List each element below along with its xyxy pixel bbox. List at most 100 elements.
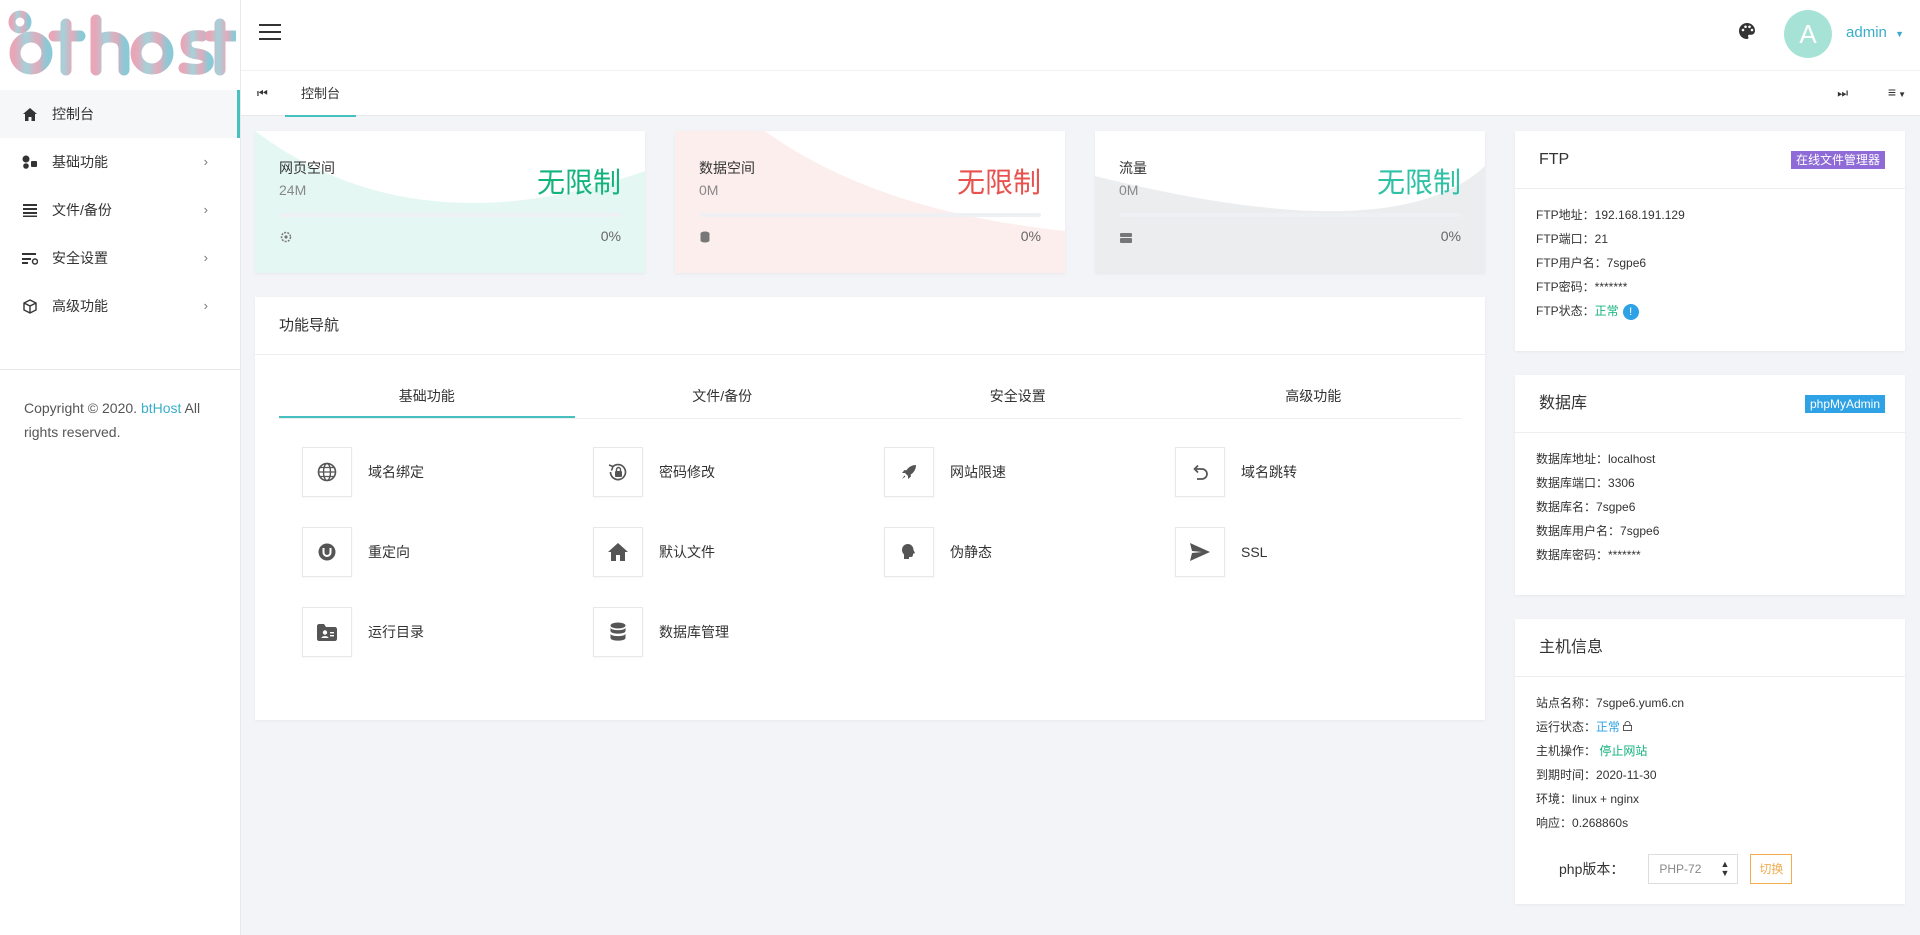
func-domain-redirect[interactable]: 域名跳转 [1175, 446, 1415, 498]
list-icon [22, 202, 38, 218]
stat-limit: 无限制 [536, 167, 621, 198]
sidebar-item-dashboard[interactable]: 控制台 [0, 90, 240, 138]
stat-limit: 无限制 [1376, 167, 1461, 198]
db-name-row: 数据库名：7sgpe6 [1536, 500, 1636, 514]
caret-down-icon: ▼ [1895, 29, 1904, 39]
chevron-right-icon: › [203, 298, 208, 313]
stat-used: 0M [699, 182, 719, 198]
tab-scroll-left-icon[interactable]: ⏮ [257, 86, 268, 101]
redirect-icon [302, 527, 352, 577]
db-info-list: 数据库地址：localhost 数据库端口：3306 数据库名：7sgpe6 数… [1515, 433, 1905, 567]
ftp-panel: FTP 在线文件管理器 FTP地址：192.168.191.129 FTP端口：… [1515, 131, 1905, 351]
brain-icon [884, 527, 934, 577]
func-run-directory[interactable]: 运行目录 [302, 606, 542, 658]
brand-link[interactable]: btHost [141, 400, 181, 416]
database-panel: 数据库 phpMyAdmin 数据库地址：localhost 数据库端口：330… [1515, 375, 1905, 595]
stat-used: 0M [1119, 182, 1139, 198]
stat-label: 数据空间 [699, 160, 755, 176]
func-password-change[interactable]: 密码修改 [593, 446, 833, 498]
tab-menu-icon[interactable]: ≡ ▼ [1888, 84, 1906, 100]
info-icon[interactable]: ! [1622, 303, 1639, 320]
sidebar-item-files[interactable]: 文件/备份 › [0, 186, 240, 234]
panel-title: 主机信息 [1515, 619, 1905, 677]
sidebar-nav: 控制台 基础功能 › 文件/备份 › 安全设置 › 高级功能 › [0, 90, 240, 330]
func-domain-binding[interactable]: 域名绑定 [302, 446, 542, 498]
status-badge: 正常 [1596, 720, 1621, 734]
tab-advanced[interactable]: 高级功能 [1166, 384, 1462, 418]
send-icon [1175, 527, 1225, 577]
palette-icon[interactable] [1738, 22, 1760, 44]
sidebar-item-advanced[interactable]: 高级功能 › [0, 282, 240, 330]
db-user-row: 数据库用户名：7sgpe6 [1536, 524, 1660, 538]
tab-scroll-right-icon[interactable]: ⏭ [1837, 86, 1848, 101]
lock-icon [1623, 720, 1633, 734]
folder-user-icon [302, 607, 352, 657]
func-default-file[interactable]: 默认文件 [593, 526, 833, 578]
php-version-label: php版本： [1559, 861, 1625, 877]
func-rewrite[interactable]: 伪静态 [884, 526, 1124, 578]
tab-files[interactable]: 文件/备份 [575, 384, 871, 418]
host-resp-row: 响应：0.268860s [1536, 816, 1629, 830]
hdd-icon [1120, 230, 1134, 244]
ftp-status-row: FTP状态：正常! [1536, 299, 1905, 323]
rocket-icon [884, 447, 934, 497]
host-info-panel: 主机信息 站点名称：7sgpe6.yum6.cn 运行状态：正常 主机操作： 停… [1515, 619, 1905, 904]
username: admin [1846, 24, 1887, 41]
sidebar: 控制台 基础功能 › 文件/备份 › 安全设置 › 高级功能 › Copyrig… [0, 0, 241, 935]
ftp-info-list: FTP地址：192.168.191.129 FTP端口：21 FTP用户名：7s… [1515, 189, 1905, 323]
file-manager-badge[interactable]: 在线文件管理器 [1790, 151, 1885, 169]
stat-progress-bar [279, 213, 621, 217]
host-expire-row: 到期时间：2020-11-30 [1536, 768, 1657, 782]
tab-security[interactable]: 安全设置 [870, 384, 1166, 418]
stat-label: 流量 [1119, 160, 1147, 176]
func-ssl[interactable]: SSL [1175, 526, 1415, 578]
func-database-manage[interactable]: 数据库管理 [593, 606, 833, 658]
stat-progress-bar [1119, 213, 1461, 217]
func-redirect[interactable]: 重定向 [302, 526, 542, 578]
host-op-row: 主机操作： 停止网站 [1536, 744, 1648, 758]
gear-icon [280, 230, 294, 244]
ftp-port-row: FTP端口：21 [1536, 232, 1609, 246]
func-speed-limit[interactable]: 网站限速 [884, 446, 1124, 498]
sidebar-item-security[interactable]: 安全设置 › [0, 234, 240, 282]
copyright: Copyright © 2020. btHost All rights rese… [24, 400, 201, 440]
sidebar-item-basic[interactable]: 基础功能 › [0, 138, 240, 186]
stat-progress-bar [699, 213, 1041, 217]
phpmyadmin-badge[interactable]: phpMyAdmin [1804, 395, 1885, 413]
host-run-row: 运行状态：正常 [1536, 715, 1905, 739]
php-version-select[interactable]: PHP-72 ▲ ▼ [1648, 854, 1739, 884]
sidebar-item-label: 基础功能 [52, 154, 108, 170]
php-version-row: php版本： PHP-72 ▲ ▼ 切换 [1559, 854, 1793, 884]
tab-dashboard[interactable]: 控制台 [285, 71, 357, 117]
tab-basic[interactable]: 基础功能 [279, 384, 575, 418]
stat-limit: 无限制 [956, 167, 1041, 198]
tabs-bar: ⏮ 控制台 ⏭ ≡ ▼ [241, 70, 1920, 117]
function-nav-panel: 功能导航 基础功能 文件/备份 安全设置 高级功能 域名绑定 密码修改 网站限速… [255, 297, 1485, 720]
logo[interactable] [0, 0, 240, 90]
stat-percent: 0% [1020, 228, 1041, 244]
undo-icon [1175, 447, 1225, 497]
ftp-user-row: FTP用户名：7sgpe6 [1536, 256, 1647, 270]
database-icon [593, 607, 643, 657]
db-port-row: 数据库端口：3306 [1536, 476, 1635, 490]
stat-percent: 0% [1440, 228, 1461, 244]
user-menu[interactable]: admin ▼ [1846, 24, 1904, 41]
panel-title: FTP 在线文件管理器 [1515, 131, 1905, 189]
stop-site-link[interactable]: 停止网站 [1599, 744, 1647, 758]
switch-button[interactable]: 切换 [1750, 854, 1793, 884]
lock-reset-icon [593, 447, 643, 497]
function-tabs: 基础功能 文件/备份 安全设置 高级功能 [279, 384, 1461, 419]
sidebar-item-label: 文件/备份 [52, 202, 112, 218]
menu-toggle-icon[interactable] [259, 24, 281, 42]
stat-label: 网页空间 [279, 160, 335, 176]
bthost-logo-icon [8, 10, 236, 76]
top-header: A admin ▼ [241, 0, 1920, 70]
panel-title: 功能导航 [255, 297, 1485, 355]
chevron-right-icon: › [203, 154, 208, 169]
avatar[interactable]: A [1784, 10, 1832, 58]
host-site-row: 站点名称：7sgpe6.yum6.cn [1536, 696, 1685, 710]
stat-card-web-space: 网页空间 24M 无限制 0% [255, 131, 645, 273]
chevron-right-icon: › [203, 202, 208, 217]
database-icon [700, 230, 714, 244]
sidebar-item-label: 控制台 [52, 106, 94, 122]
